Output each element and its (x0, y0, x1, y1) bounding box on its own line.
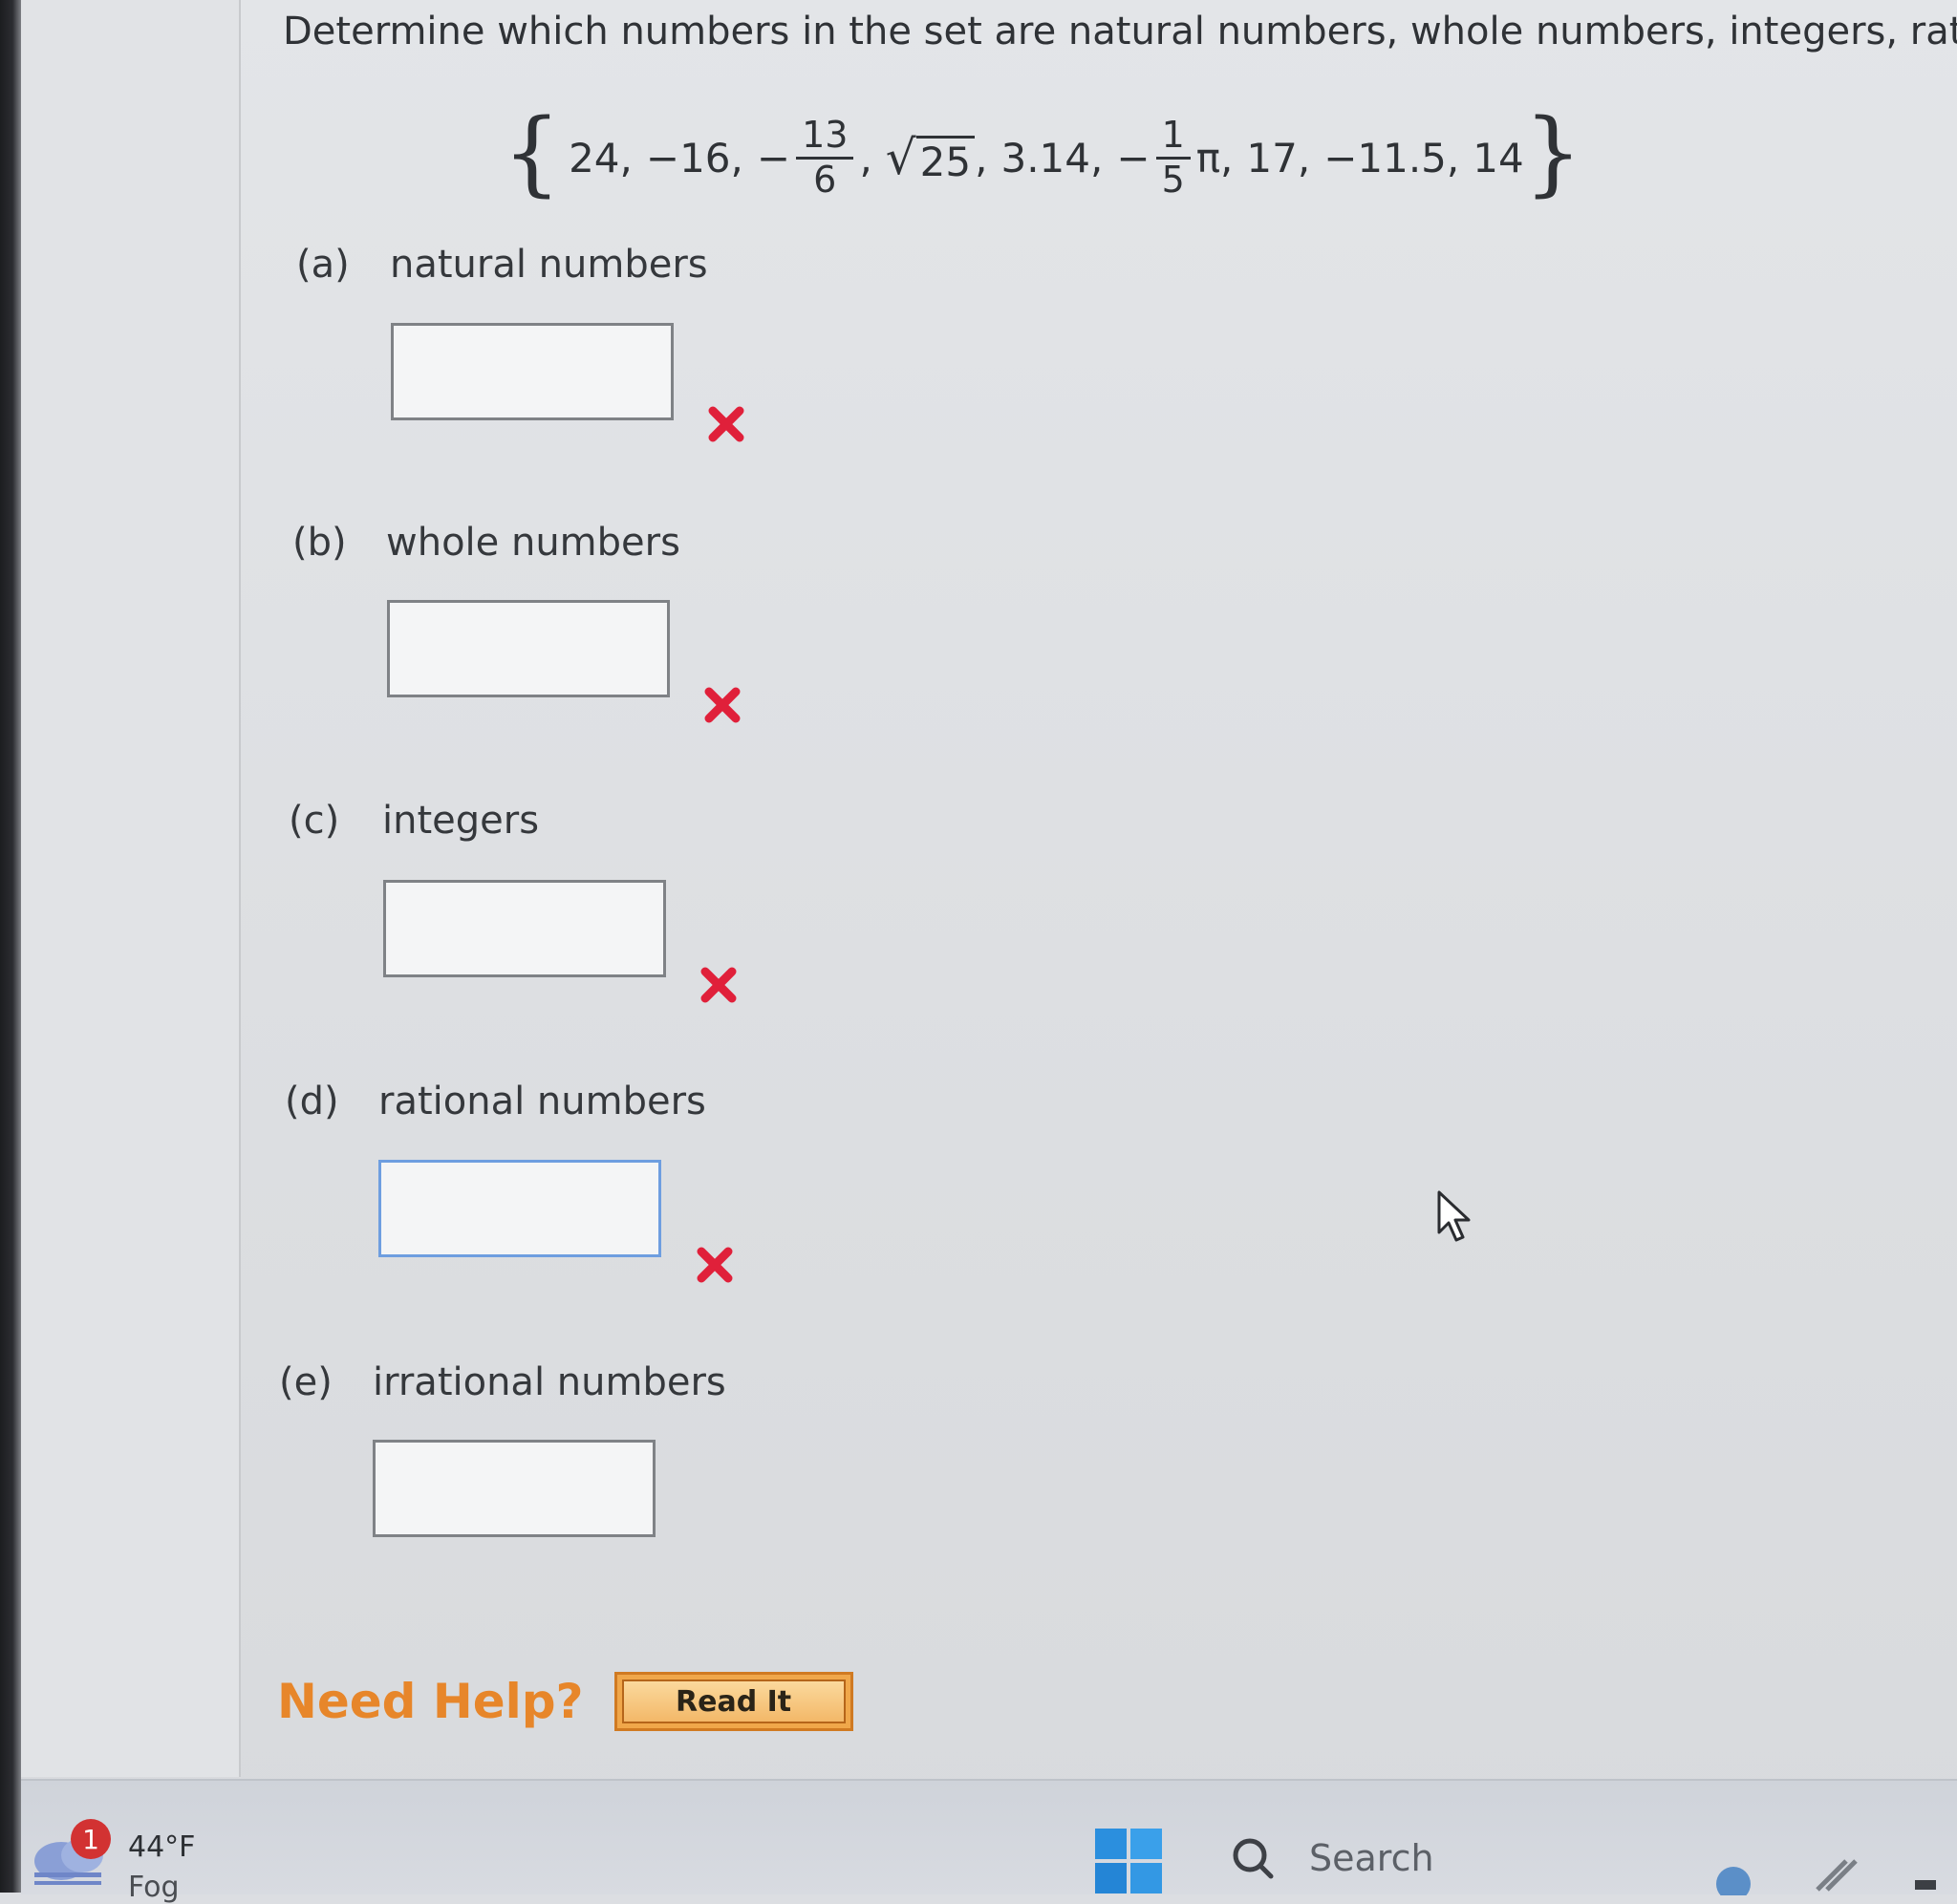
part-title: irrational numbers (373, 1360, 726, 1404)
left-gutter (21, 0, 241, 1777)
set-open-brace: { (503, 99, 562, 206)
part-letter: (a) (296, 243, 350, 287)
whole-numbers-input[interactable] (387, 600, 670, 697)
arrow-cursor-icon (1437, 1190, 1471, 1242)
rational-numbers-input[interactable] (378, 1160, 661, 1257)
set-item-pi: π, (1195, 134, 1234, 182)
natural-numbers-input[interactable] (391, 323, 674, 420)
set-item: 17, (1246, 134, 1311, 182)
set-item-sign: − (756, 134, 791, 182)
x-mark-icon (704, 687, 741, 723)
part-title: whole numbers (386, 521, 680, 565)
help-section: Need Help? Read It (277, 1672, 853, 1731)
fraction-1-5: 1 5 (1155, 114, 1191, 201)
set-close-brace: } (1523, 99, 1582, 206)
set-item: 24, (569, 134, 633, 182)
taskbar-search[interactable]: Search (1231, 1836, 1434, 1880)
tray-icons[interactable] (1693, 1829, 1942, 1895)
taskbar: 1 44°F Fog Search (21, 1779, 1957, 1904)
temperature: 44°F (128, 1830, 196, 1864)
part-letter: (d) (285, 1080, 339, 1123)
notification-badge: 1 (71, 1819, 111, 1859)
monitor-bezel (0, 0, 21, 1893)
set-item: 3.14, (1000, 134, 1104, 182)
read-it-button[interactable]: Read It (613, 1672, 853, 1731)
weather-widget[interactable]: 1 44°F Fog (29, 1819, 220, 1904)
part-b-label: (b) whole numbers (292, 521, 680, 565)
irrational-numbers-input[interactable] (373, 1440, 656, 1537)
part-title: integers (382, 799, 540, 843)
search-placeholder: Search (1309, 1837, 1434, 1879)
fraction-numerator: 1 (1155, 114, 1191, 160)
part-title: natural numbers (390, 243, 708, 287)
part-letter: (b) (292, 521, 347, 565)
x-mark-icon (708, 406, 744, 442)
radicand: 25 (915, 136, 976, 185)
question-content: Determine which numbers in the set are n… (241, 0, 1957, 1777)
number-set: { 24, −16, − 13 6 , √ 25 , 3.14, − 1 5 π… (503, 105, 1582, 210)
read-it-label: Read It (621, 1679, 846, 1723)
search-icon (1233, 1838, 1274, 1879)
windows-start-icon[interactable] (1093, 1827, 1164, 1895)
part-a-label: (a) natural numbers (296, 243, 708, 287)
set-separator: , (859, 134, 872, 182)
question-prompt: Determine which numbers in the set are n… (283, 10, 1957, 53)
part-d-label: (d) rational numbers (285, 1080, 706, 1123)
x-mark-icon (697, 1247, 733, 1283)
sqrt-25: √ 25 (885, 130, 976, 185)
part-c-label: (c) integers (289, 799, 539, 843)
set-separator: , (975, 134, 988, 182)
set-item: −11.5, (1323, 134, 1460, 182)
part-e-label: (e) irrational numbers (279, 1360, 726, 1404)
fraction-13-6: 13 6 (796, 114, 854, 201)
set-item: 14 (1473, 134, 1524, 182)
need-help-label: Need Help? (277, 1674, 584, 1729)
fraction-denominator: 5 (1161, 158, 1185, 201)
part-letter: (e) (279, 1360, 333, 1404)
integers-input[interactable] (383, 880, 666, 977)
set-item: −16, (645, 134, 743, 182)
fraction-numerator: 13 (796, 114, 854, 160)
radical-sign: √ (885, 130, 916, 185)
weather-condition: Fog (128, 1871, 180, 1904)
part-title: rational numbers (378, 1080, 706, 1123)
part-letter: (c) (289, 799, 340, 843)
x-mark-icon (700, 967, 737, 1003)
set-item-sign: − (1116, 134, 1151, 182)
fraction-denominator: 6 (813, 158, 837, 201)
